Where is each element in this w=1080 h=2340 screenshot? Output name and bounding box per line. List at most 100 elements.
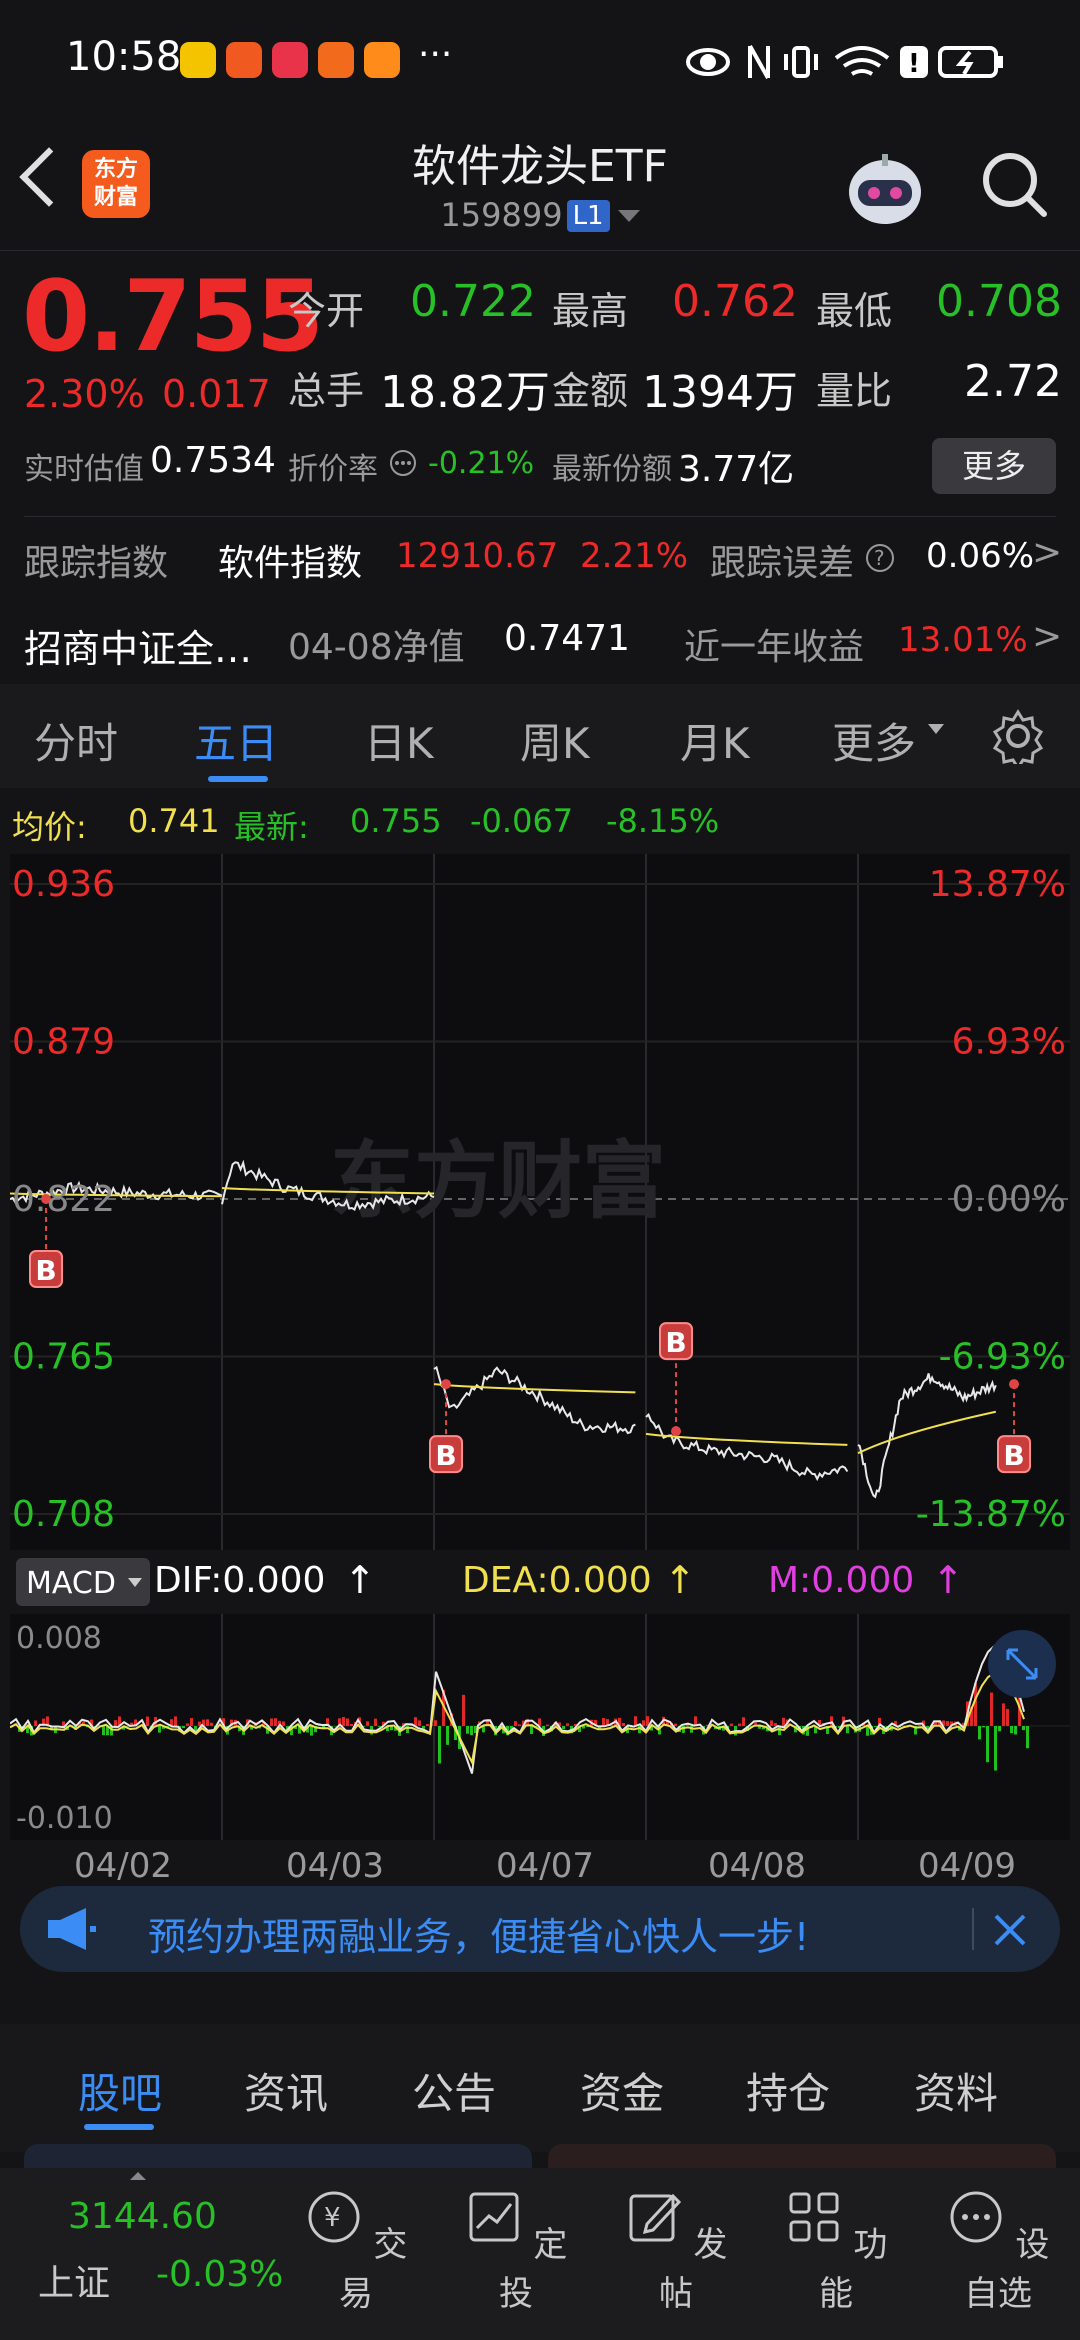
macd-bar [730, 1723, 733, 1726]
info-dots-icon[interactable] [388, 448, 418, 478]
macd-bar [918, 1725, 921, 1726]
macd-bar [446, 1726, 449, 1745]
macd-bar [346, 1718, 349, 1726]
macd-bar [874, 1726, 877, 1727]
index-percent: -0.03% [156, 2254, 284, 2295]
y-tick-label-left: 0.765 [12, 1337, 115, 1378]
status-bar: 10:58 ··· ! [0, 0, 1080, 120]
macd-top-label: 0.008 [16, 1621, 102, 1656]
nav-trade[interactable]: ¥ 交易 [296, 2188, 416, 2315]
index-name: 上证 [38, 2263, 111, 2304]
tracking-index-label: 跟踪指数 [24, 543, 169, 584]
date-label: 04/03 [286, 1846, 384, 1886]
low-label: 最低 [816, 289, 893, 333]
tab-more[interactable]: 更多 [832, 710, 916, 771]
active-tab-indicator [208, 776, 268, 782]
macd-bar [206, 1719, 209, 1726]
expand-up-icon [130, 2172, 146, 2180]
macd-bar [774, 1723, 777, 1726]
tab-announcements[interactable]: 公告 [412, 2060, 496, 2121]
open-value: 0.722 [410, 276, 536, 327]
help-icon[interactable]: ? [864, 542, 896, 574]
macd-bar [602, 1718, 605, 1726]
nav-post[interactable]: 发帖 [616, 2188, 736, 2315]
macd-bar [642, 1720, 645, 1726]
nav-label: 04-08净值 [288, 627, 465, 668]
index-ticker[interactable]: 3144.60 上证 -0.03% [0, 2168, 300, 2340]
tab-holdings[interactable]: 持仓 [746, 2060, 830, 2121]
tab-funds-flow[interactable]: 资金 [580, 2060, 664, 2121]
ellipsis-circle-icon [950, 2191, 1002, 2243]
header-bar: 东方 财富 软件龙头ETF 159899 L1 [0, 120, 1080, 250]
tab-intraday[interactable]: 分时 [34, 710, 118, 771]
m-arrow-icon: ↑ [932, 1558, 964, 1602]
macd-chart[interactable]: 0.008 -0.010 [10, 1614, 1070, 1840]
y-tick-label-left: 0.708 [12, 1494, 115, 1535]
five-day-price-chart[interactable]: 东方财富 B B B B 0.936 0.879 0.822 0.765 0.708 13.87… [10, 854, 1070, 1550]
macd-bar [846, 1726, 849, 1734]
macd-bar [470, 1726, 473, 1736]
macd-bar [270, 1718, 273, 1726]
settings-gear-icon[interactable] [990, 708, 1046, 764]
dea-value: DEA:0.000 [462, 1560, 652, 1601]
tracking-index-percent: 2.21% [580, 536, 689, 576]
close-icon[interactable] [990, 1910, 1030, 1950]
buy-marker-label: B [665, 1326, 686, 1359]
robot-assistant-icon[interactable] [842, 146, 928, 232]
latest-change-percent: -8.15% [606, 802, 720, 840]
macd-bar [146, 1716, 149, 1726]
nav-invest[interactable]: 定投 [456, 2188, 576, 2315]
weibo-app-icon [180, 42, 216, 78]
index-value: 3144.60 [68, 2196, 217, 2237]
y-tick-label-right: -6.93% [939, 1337, 1066, 1378]
nav-add-watchlist[interactable]: 设自选 [938, 2188, 1058, 2315]
high-value: 0.762 [672, 276, 798, 327]
latest-label: 最新: [234, 808, 309, 846]
tab-daily-k[interactable]: 日K [364, 710, 434, 771]
tracking-index-name: 软件指数 [218, 543, 363, 584]
open-label: 今开 [288, 289, 365, 333]
macd-bar [434, 1720, 437, 1726]
dif-value: DIF:0.000 [154, 1560, 326, 1601]
date-label: 04/02 [74, 1846, 172, 1886]
app-notification-icon [226, 42, 262, 78]
nav-functions[interactable]: 功能 [776, 2188, 896, 2315]
buy-marker-label: B [435, 1439, 456, 1472]
tab-weekly-k[interactable]: 周K [520, 710, 590, 771]
macd-bar [518, 1724, 521, 1726]
macd-bar [994, 1726, 997, 1771]
promo-banner[interactable]: 预约办理两融业务，便捷省心快人一步! [20, 1886, 1060, 1972]
chevron-right-icon: > [1032, 532, 1063, 573]
huawei-app-icon [272, 42, 308, 78]
year-return-value: 13.01% [898, 620, 1028, 660]
macd-bar [1010, 1726, 1013, 1734]
active-tab-indicator [84, 2124, 154, 2130]
dropdown-triangle-icon [617, 210, 640, 222]
macd-bar [514, 1721, 517, 1726]
tab-news[interactable]: 资讯 [244, 2060, 328, 2121]
tab-monthly-k[interactable]: 月K [680, 710, 750, 771]
discount-label: 折价率 [288, 452, 378, 487]
tracking-index-value: 12910.67 [396, 536, 559, 576]
macd-bottom-label: -0.010 [16, 1801, 113, 1836]
date-axis: 04/02 04/03 04/07 04/08 04/09 [0, 1846, 1080, 1886]
macd-selector[interactable]: MACD [16, 1558, 150, 1606]
more-button[interactable]: 更多 [932, 438, 1056, 494]
fund-code: 159899 [440, 196, 563, 234]
y-tick-label-right: 0.00% [952, 1179, 1066, 1220]
tab-forum[interactable]: 股吧 [78, 2060, 162, 2121]
search-icon[interactable] [980, 150, 1050, 220]
tab-five-day[interactable]: 五日 [194, 710, 278, 771]
tracking-panel[interactable]: 跟踪指数 软件指数 12910.67 2.21% 跟踪误差 ? 0.06% > … [0, 520, 1080, 680]
shares-value: 3.77亿 [678, 449, 795, 490]
macd-bar [986, 1726, 989, 1763]
eastmoney-watermark: 东方财富 [330, 1132, 666, 1230]
macd-bar [378, 1726, 381, 1727]
tracking-error-value: 0.06% [926, 536, 1035, 576]
fund-name: 招商中证全… [24, 627, 253, 671]
y-tick-label-right: 6.93% [952, 1022, 1066, 1063]
info-tab-bar: 股吧 资讯 公告 资金 持仓 资料 [0, 2024, 1080, 2152]
edit-icon [629, 2193, 681, 2242]
banner-divider [972, 1908, 974, 1950]
tab-profile[interactable]: 资料 [914, 2060, 998, 2121]
